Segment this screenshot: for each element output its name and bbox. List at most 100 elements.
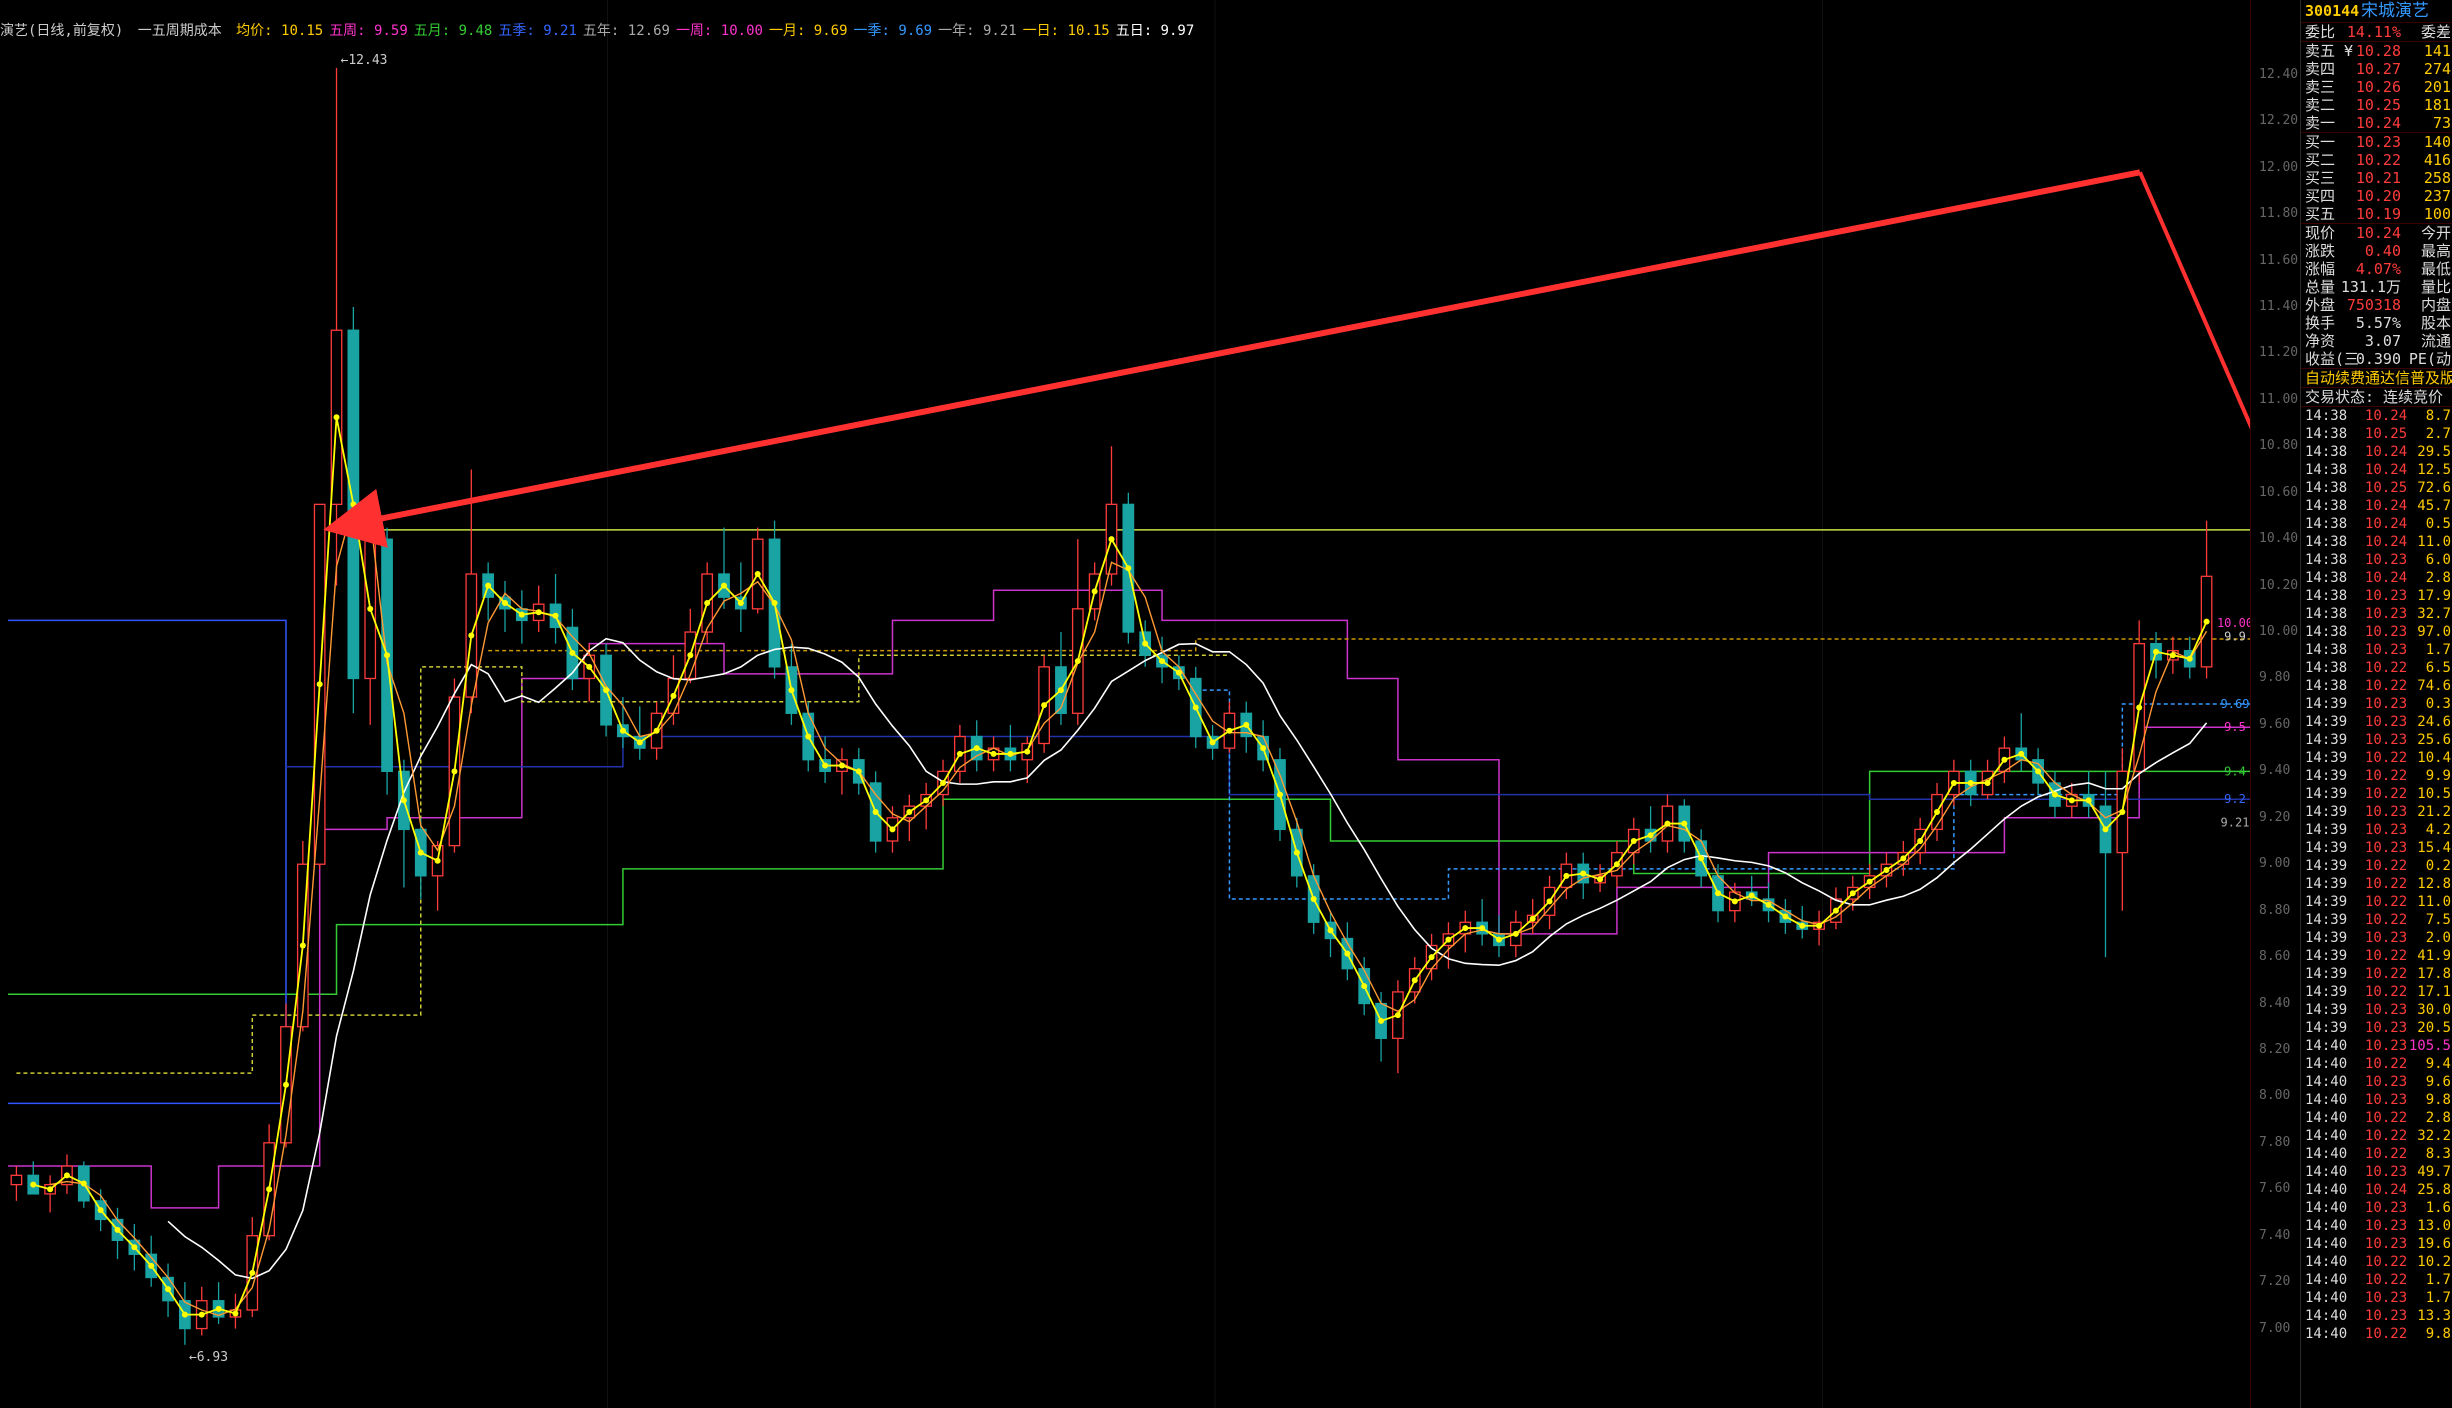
ma5-dot bbox=[1950, 779, 1957, 786]
tick-volume: 6.5 bbox=[2425, 660, 2451, 676]
tick-price: 10.23 bbox=[2365, 1074, 2408, 1090]
y-tick-label: 8.20 bbox=[2259, 1041, 2291, 1057]
tick-row: 14:39 10.23 4.2 bbox=[2301, 821, 2452, 839]
tick-volume: 9.4 bbox=[2425, 1056, 2451, 1072]
tick-row: 14:38 10.24 2.8 bbox=[2301, 569, 2452, 587]
tick-time: 14:40 bbox=[2305, 1326, 2348, 1342]
y-tick-label: 7.60 bbox=[2259, 1181, 2291, 1197]
ma5-dot bbox=[400, 797, 407, 804]
tick-time: 14:39 bbox=[2305, 858, 2348, 874]
tick-price: 10.24 bbox=[2365, 516, 2408, 532]
tick-row: 14:40 10.23 1.6 bbox=[2301, 1199, 2452, 1217]
tick-price: 10.23 bbox=[2365, 1236, 2408, 1252]
buy-level-value: 10.19 bbox=[2355, 205, 2401, 223]
tick-volume: 49.7 bbox=[2417, 1164, 2451, 1180]
ma5-dot bbox=[1007, 750, 1014, 757]
y-tick-label: 7.40 bbox=[2259, 1227, 2291, 1243]
weibi-value: 14.11% bbox=[2346, 23, 2401, 41]
tick-time: 14:39 bbox=[2305, 984, 2348, 1000]
ma5-dot bbox=[1816, 922, 1823, 929]
ma5-dot bbox=[1664, 820, 1671, 827]
ma5-dot bbox=[619, 727, 626, 734]
sell-level-label: 卖三 bbox=[2305, 78, 2336, 96]
buy-level-extra: 416 bbox=[2423, 151, 2451, 169]
tick-time: 14:39 bbox=[2305, 714, 2348, 730]
tick-price: 10.24 bbox=[2365, 444, 2408, 460]
ma5-dot bbox=[1647, 832, 1654, 839]
sell-level-extra: 73 bbox=[2432, 114, 2451, 132]
tick-row: 14:39 10.22 10.4 bbox=[2301, 749, 2452, 767]
tick-row: 14:38 10.23 1.7 bbox=[2301, 641, 2452, 659]
tick-time: 14:40 bbox=[2305, 1128, 2348, 1144]
notice-link[interactable]: 自动续费通达信普及版 bbox=[2305, 369, 2452, 387]
ma5-dot bbox=[97, 1207, 104, 1214]
tick-volume: 17.9 bbox=[2417, 588, 2451, 604]
quote-row: 外盘 750318 内盘 bbox=[2301, 296, 2452, 314]
tick-row: 14:39 10.22 9.9 bbox=[2301, 767, 2452, 785]
kline-chart[interactable]: ←12.43 ←6.93 10.00 9.9 9.69 9.5 9.4 9.2 9.21 演艺(… bbox=[0, 0, 2300, 1408]
tick-list[interactable]: 14:38 10.24 8.7 14:38 10.25 2.7 14:38 10.24 29.5… bbox=[2301, 406, 2452, 1343]
tick-time: 14:38 bbox=[2305, 516, 2348, 532]
tick-time: 14:38 bbox=[2305, 408, 2348, 424]
tick-row: 14:39 10.23 24.6 bbox=[2301, 713, 2452, 731]
sell-level: 卖五 ¥10.28 141 bbox=[2301, 42, 2452, 60]
ma5-dot bbox=[518, 611, 525, 618]
ma5-line bbox=[33, 417, 2208, 1316]
tick-price: 10.22 bbox=[2365, 750, 2408, 766]
tick-time: 14:40 bbox=[2305, 1110, 2348, 1126]
ma5-dot bbox=[2169, 652, 2176, 659]
sell-level: 卖二 10.25 181 bbox=[2301, 96, 2452, 114]
notice-row[interactable]: 自动续费通达信普及版 bbox=[2301, 368, 2452, 387]
arrow-down-right bbox=[2138, 171, 2250, 430]
ma5-dot bbox=[822, 762, 829, 769]
ma5-dot bbox=[165, 1286, 172, 1293]
ma5-dot bbox=[1226, 727, 1233, 734]
indicator-name: 一五周期成本 bbox=[137, 23, 222, 39]
ma5-dot bbox=[1175, 669, 1182, 676]
ma5-dot bbox=[1731, 898, 1738, 905]
ma5-dot bbox=[1715, 890, 1722, 897]
tick-price: 10.23 bbox=[2365, 624, 2408, 640]
tick-volume: 20.5 bbox=[2417, 1020, 2451, 1036]
quote-row-value: 10.24 bbox=[2355, 224, 2401, 242]
high-price-label: ←12.43 bbox=[341, 53, 388, 68]
tick-price: 10.22 bbox=[2365, 678, 2408, 694]
ma5-dot bbox=[1580, 870, 1587, 877]
quote-row: 换手 5.57% 股本 bbox=[2301, 314, 2452, 332]
buy-level-label: 买一 bbox=[2305, 133, 2336, 151]
ma5-dot bbox=[653, 727, 660, 734]
sell-orders: 卖五 ¥10.28 141 卖四 10.27 274 卖三 10.26 201 卖二 10.25 1… bbox=[2301, 41, 2452, 132]
tick-price: 10.22 bbox=[2365, 894, 2408, 910]
indicator-value-10: 五日: 9.97 bbox=[1115, 23, 1195, 39]
quote-row: 涨跌 0.40 最高 bbox=[2301, 242, 2452, 260]
tick-row: 14:39 10.23 30.0 bbox=[2301, 1001, 2452, 1019]
tick-price: 10.23 bbox=[2365, 1020, 2408, 1036]
tick-row: 14:39 10.22 12.8 bbox=[2301, 875, 2452, 893]
sell-level-label: 卖二 bbox=[2305, 96, 2336, 114]
cost-value-label: 10.00 bbox=[2217, 616, 2250, 630]
tick-price: 10.23 bbox=[2365, 1218, 2408, 1234]
tick-time: 14:39 bbox=[2305, 966, 2348, 982]
tick-time: 14:39 bbox=[2305, 1002, 2348, 1018]
tick-row: 14:40 10.23 19.6 bbox=[2301, 1235, 2452, 1253]
tick-row: 14:39 10.23 0.3 bbox=[2301, 695, 2452, 713]
sell-level-label: 卖四 bbox=[2305, 60, 2336, 78]
tick-price: 10.23 bbox=[2365, 1290, 2408, 1306]
tick-row: 14:40 10.22 8.3 bbox=[2301, 1145, 2452, 1163]
quote-row-value: 0.390 bbox=[2355, 350, 2401, 368]
cost-value-label: 9.2 bbox=[2224, 792, 2246, 806]
y-tick-label: 11.00 bbox=[2259, 391, 2299, 407]
buy-level-extra: 100 bbox=[2423, 205, 2451, 223]
tick-time: 14:38 bbox=[2305, 678, 2348, 694]
ma5-dot bbox=[838, 762, 845, 769]
quote-row-label: 总量 bbox=[2305, 278, 2336, 296]
sell-level-extra: 181 bbox=[2423, 96, 2451, 114]
ma5-dot bbox=[215, 1305, 222, 1312]
tick-row: 14:39 10.22 41.9 bbox=[2301, 947, 2452, 965]
quote-row-label: 净资 bbox=[2305, 332, 2336, 350]
tick-time: 14:38 bbox=[2305, 444, 2348, 460]
kline-svg[interactable]: ←12.43 ←6.93 10.009.9 9.69 9.5 9.4 9.2 9.21 bbox=[0, 0, 2250, 1408]
tick-price: 10.23 bbox=[2365, 822, 2408, 838]
ma5-dot bbox=[249, 1269, 256, 1276]
tick-row: 14:39 10.22 17.1 bbox=[2301, 983, 2452, 1001]
